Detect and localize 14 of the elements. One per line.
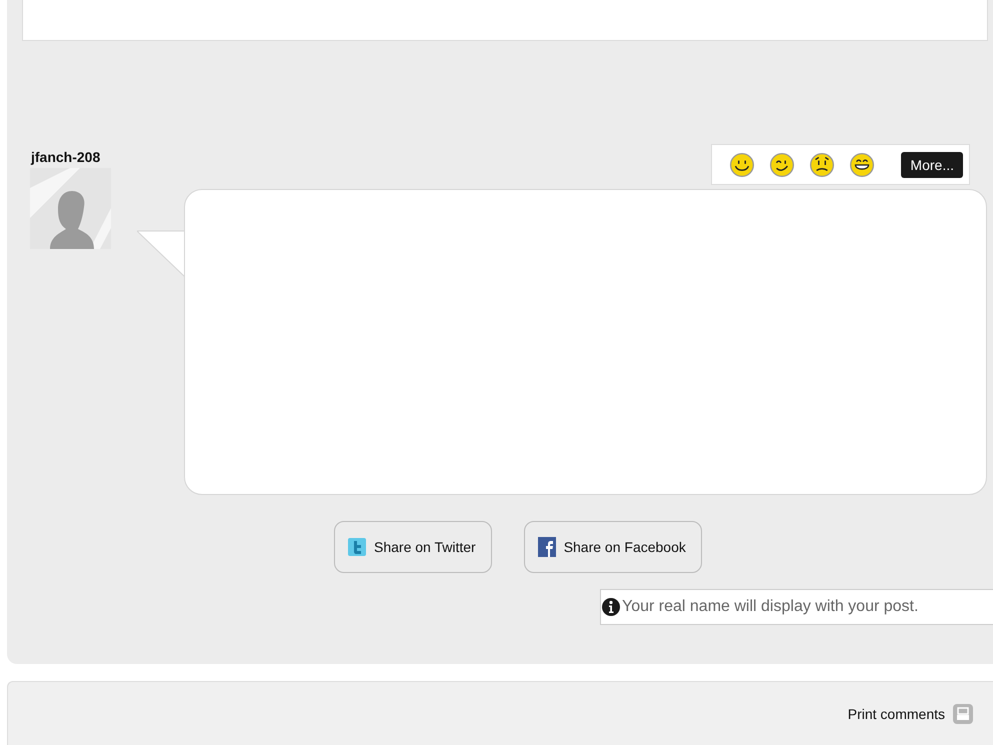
notice-text: Your real name will display with your post. [622,598,918,616]
facebook-f-icon [538,537,556,557]
grinning-face-icon[interactable] [849,152,876,178]
smiley-icon[interactable] [729,152,756,178]
comment-field[interactable] [184,189,987,495]
bird-logo-icon [348,538,366,556]
print-comments-link[interactable]: Print comments [848,706,945,722]
worried-face-icon[interactable] [809,152,836,178]
username: jfanch-208 [31,149,102,165]
more-button[interactable]: More... [901,152,963,178]
share-button[interactable]: Share on Facebook [524,521,702,573]
speech-tail [137,230,185,278]
winking-face-icon[interactable] [769,152,796,178]
share-button[interactable]: Share on Twitter [334,521,492,573]
